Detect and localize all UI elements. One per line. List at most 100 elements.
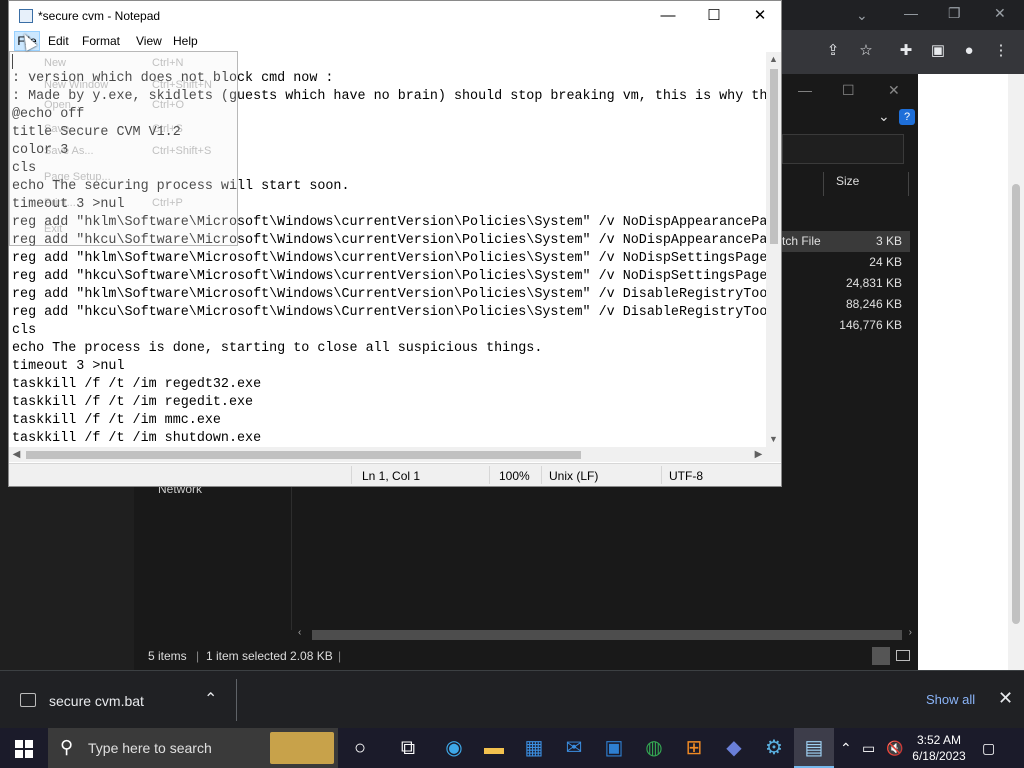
- close-icon[interactable]: ✕: [998, 688, 1013, 709]
- text-line: taskkill /f /t /im regedt32.exe: [12, 377, 262, 392]
- file-menu-shortcut: Ctrl+N: [152, 57, 184, 69]
- status-divider: [351, 466, 352, 484]
- restore-icon[interactable]: ❐: [948, 6, 961, 20]
- task-view-icon[interactable]: ⧉: [388, 728, 428, 768]
- file-menu-item[interactable]: Save As...: [44, 145, 94, 157]
- file-menu-shortcut: Ctrl+O: [152, 99, 185, 111]
- chevron-up-icon[interactable]: ⌃: [840, 740, 852, 757]
- minimize-button[interactable]: —: [645, 1, 691, 31]
- extensions-icon[interactable]: ✚: [897, 42, 915, 60]
- file-row[interactable]: 24 KB: [780, 252, 910, 273]
- close-icon[interactable]: ✕: [994, 6, 1006, 20]
- chrome-icon[interactable]: ◍: [634, 728, 674, 768]
- file-menu-item[interactable]: Print...: [44, 197, 76, 209]
- menu-format[interactable]: Format: [82, 34, 120, 48]
- photos-icon[interactable]: ▣: [594, 728, 634, 768]
- notepad-taskbar-icon[interactable]: ▤: [794, 728, 834, 768]
- file-row[interactable]: 88,246 KB: [780, 294, 910, 315]
- chevron-down-icon[interactable]: ⌄: [856, 8, 868, 22]
- item-count: 5 items: [148, 649, 187, 663]
- network-icon[interactable]: ▭: [862, 740, 875, 757]
- scroll-left-icon[interactable]: ‹: [298, 627, 301, 638]
- menu-help[interactable]: Help: [173, 34, 198, 48]
- windows-logo-icon: [25, 750, 33, 758]
- file-menu-item[interactable]: New: [44, 57, 66, 69]
- tiles-view-icon[interactable]: [896, 650, 910, 661]
- start-button[interactable]: [0, 728, 48, 768]
- notepad-title-bar[interactable]: *secure cvm - Notepad — ☐ ✕: [9, 1, 781, 31]
- file-menu-item[interactable]: New Window: [44, 79, 108, 91]
- menu-icon[interactable]: ⋮: [992, 42, 1010, 60]
- file-menu-item[interactable]: Exit: [44, 223, 62, 235]
- file-explorer-icon[interactable]: ▬: [474, 728, 514, 768]
- notifications-icon[interactable]: ▢: [982, 740, 995, 757]
- app-icon[interactable]: ◆: [714, 728, 754, 768]
- file-row[interactable]: tch File 3 KB: [780, 231, 910, 252]
- file-menu-item[interactable]: Open...: [44, 99, 80, 111]
- text-line: reg add "hkcu\Software\Microsoft\Windows…: [12, 305, 766, 320]
- text-line: reg add "hkcu\Software\Microsoft\Windows…: [12, 269, 766, 284]
- horizontal-scrollbar[interactable]: ◀ ▶: [9, 447, 766, 462]
- restore-icon[interactable]: ☐: [842, 82, 855, 99]
- download-file-name[interactable]: secure cvm.bat: [49, 693, 144, 709]
- status-divider: [489, 466, 490, 484]
- minimize-icon[interactable]: —: [904, 6, 918, 20]
- chevron-up-icon[interactable]: ⌃: [204, 689, 217, 709]
- show-all-button[interactable]: Show all: [926, 692, 975, 707]
- column-header-size[interactable]: Size: [836, 174, 859, 188]
- maximize-button[interactable]: ☐: [691, 1, 737, 31]
- chrome-scrollbar[interactable]: [1008, 74, 1024, 670]
- bookmark-star-icon[interactable]: ☆: [857, 42, 875, 60]
- status-divider: |: [338, 649, 342, 663]
- status-divider: |: [196, 649, 200, 663]
- scroll-right-icon[interactable]: ▶: [751, 447, 766, 462]
- app-icon[interactable]: ⚙: [754, 728, 794, 768]
- file-row[interactable]: 24,831 KB: [780, 273, 910, 294]
- zoom-level: 100%: [499, 469, 530, 483]
- scroll-down-icon[interactable]: ▼: [766, 432, 781, 447]
- store-icon[interactable]: ▦: [514, 728, 554, 768]
- chrome-tab-bar: ⌄ — ❐ ✕: [780, 0, 1024, 30]
- vertical-scrollbar[interactable]: ▲ ▼: [766, 52, 781, 447]
- file-menu-item[interactable]: Save: [44, 123, 69, 135]
- edge-icon[interactable]: ◉: [434, 728, 474, 768]
- side-panel-icon[interactable]: ▣: [929, 42, 947, 60]
- close-button[interactable]: ✕: [737, 1, 783, 31]
- scroll-corner: [766, 447, 781, 462]
- scroll-up-icon[interactable]: ▲: [766, 52, 781, 67]
- taskbar-search-box[interactable]: ⚲ Type here to search: [48, 728, 338, 768]
- search-input[interactable]: [782, 134, 904, 164]
- file-menu-item[interactable]: Page Setup...: [44, 171, 111, 183]
- column-divider: [823, 172, 824, 196]
- file-row[interactable]: 146,776 KB: [780, 315, 910, 336]
- line-ending: Unix (LF): [549, 469, 599, 483]
- window-title: *secure cvm - Notepad: [38, 9, 161, 23]
- help-icon[interactable]: ?: [899, 109, 915, 125]
- horizontal-scrollbar[interactable]: ‹ ›: [294, 626, 916, 644]
- clock[interactable]: 3:52 AM 6/18/2023: [908, 732, 970, 764]
- close-icon[interactable]: ✕: [888, 82, 900, 99]
- menu-edit[interactable]: Edit: [48, 34, 69, 48]
- menu-view[interactable]: View: [136, 34, 162, 48]
- file-icon: [20, 693, 36, 707]
- notepad-status-bar: Ln 1, Col 1 100% Unix (LF) UTF-8: [9, 463, 781, 486]
- minimize-icon[interactable]: —: [798, 82, 812, 98]
- details-view-icon[interactable]: [872, 647, 890, 665]
- profile-icon[interactable]: ●: [960, 42, 978, 60]
- chevron-down-icon[interactable]: ⌄: [878, 108, 890, 125]
- scroll-right-icon[interactable]: ›: [909, 627, 912, 638]
- selection-info: 1 item selected 2.08 KB: [206, 649, 333, 663]
- scroll-left-icon[interactable]: ◀: [9, 447, 24, 462]
- volume-muted-icon[interactable]: 🔇: [886, 740, 903, 757]
- chrome-toolbar: ⇪ ☆ ✚ ▣ ● ⋮: [780, 30, 1024, 74]
- mail-icon[interactable]: ✉: [554, 728, 594, 768]
- cortana-icon[interactable]: ○: [340, 728, 380, 768]
- text-line: taskkill /f /t /im shutdown.exe: [12, 431, 262, 446]
- file-menu-shortcut: Ctrl+P: [152, 197, 183, 209]
- scroll-thumb[interactable]: [770, 69, 778, 244]
- scroll-thumb[interactable]: [26, 451, 581, 459]
- status-divider: [661, 466, 662, 484]
- share-icon[interactable]: ⇪: [824, 42, 842, 60]
- file-menu-shortcut: Ctrl+Shift+N: [152, 79, 212, 91]
- app-icon[interactable]: ⊞: [674, 728, 714, 768]
